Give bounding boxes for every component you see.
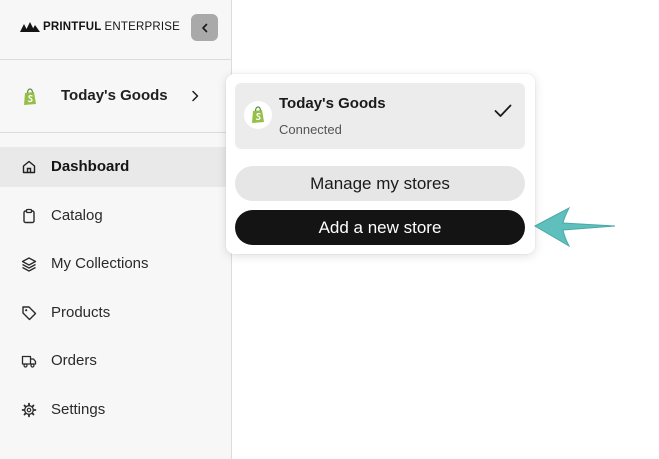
sidebar-item-products[interactable]: Products — [0, 293, 231, 333]
logo-suffix: ENTERPRISE — [104, 21, 180, 33]
manage-stores-button[interactable]: Manage my stores — [235, 166, 525, 201]
store-dropdown: Today's Goods Connected Manage my stores… — [226, 74, 535, 254]
store-option-todays-goods[interactable]: Today's Goods Connected — [235, 83, 525, 149]
collapse-sidebar-button[interactable] — [191, 14, 218, 41]
sidebar-item-settings[interactable]: Settings — [0, 390, 231, 430]
sidebar-nav: Dashboard Catalog My Collections Product… — [0, 147, 232, 438]
sidebar-item-label: Settings — [51, 400, 106, 418]
logo-brand: PRINTFUL — [43, 21, 102, 33]
printful-mountains-icon — [20, 22, 40, 32]
sidebar: PRINTFUL ENTERPRISE Today's Goods Dashbo… — [0, 0, 232, 459]
home-icon — [22, 160, 36, 174]
sidebar-item-label: Orders — [51, 352, 97, 369]
sidebar-item-label: My Collections — [51, 255, 149, 272]
annotation-arrow-icon — [533, 206, 616, 248]
chevron-left-icon — [201, 23, 207, 32]
store-switcher[interactable]: Today's Goods — [0, 61, 232, 133]
chevron-right-icon — [192, 90, 199, 102]
sidebar-item-label: Products — [51, 303, 111, 321]
printful-logo[interactable]: PRINTFUL ENTERPRISE — [20, 20, 180, 34]
layers-icon — [21, 257, 37, 272]
current-store-name: Today's Goods — [61, 87, 168, 104]
sidebar-item-my-collections[interactable]: My Collections — [0, 244, 231, 284]
sidebar-item-label: Dashboard — [51, 158, 130, 175]
clipboard-icon — [23, 208, 35, 223]
shopify-icon — [24, 88, 36, 105]
app-window: PRINTFUL ENTERPRISE Today's Goods Dashbo… — [0, 0, 659, 459]
sidebar-item-orders[interactable]: Orders — [0, 341, 231, 381]
shopify-icon — [252, 106, 264, 123]
logo-row: PRINTFUL ENTERPRISE — [0, 0, 232, 60]
store-avatar — [244, 101, 272, 129]
store-option-name: Today's Goods — [279, 95, 386, 112]
tag-icon — [22, 305, 37, 320]
truck-icon — [21, 355, 37, 368]
gear-icon — [21, 402, 37, 417]
checkmark-icon — [494, 104, 512, 117]
store-status: Connected — [279, 122, 342, 137]
sidebar-item-catalog[interactable]: Catalog — [0, 196, 231, 236]
sidebar-item-label: Catalog — [51, 206, 103, 224]
add-new-store-button[interactable]: Add a new store — [235, 210, 525, 245]
sidebar-item-dashboard[interactable]: Dashboard — [0, 147, 231, 187]
